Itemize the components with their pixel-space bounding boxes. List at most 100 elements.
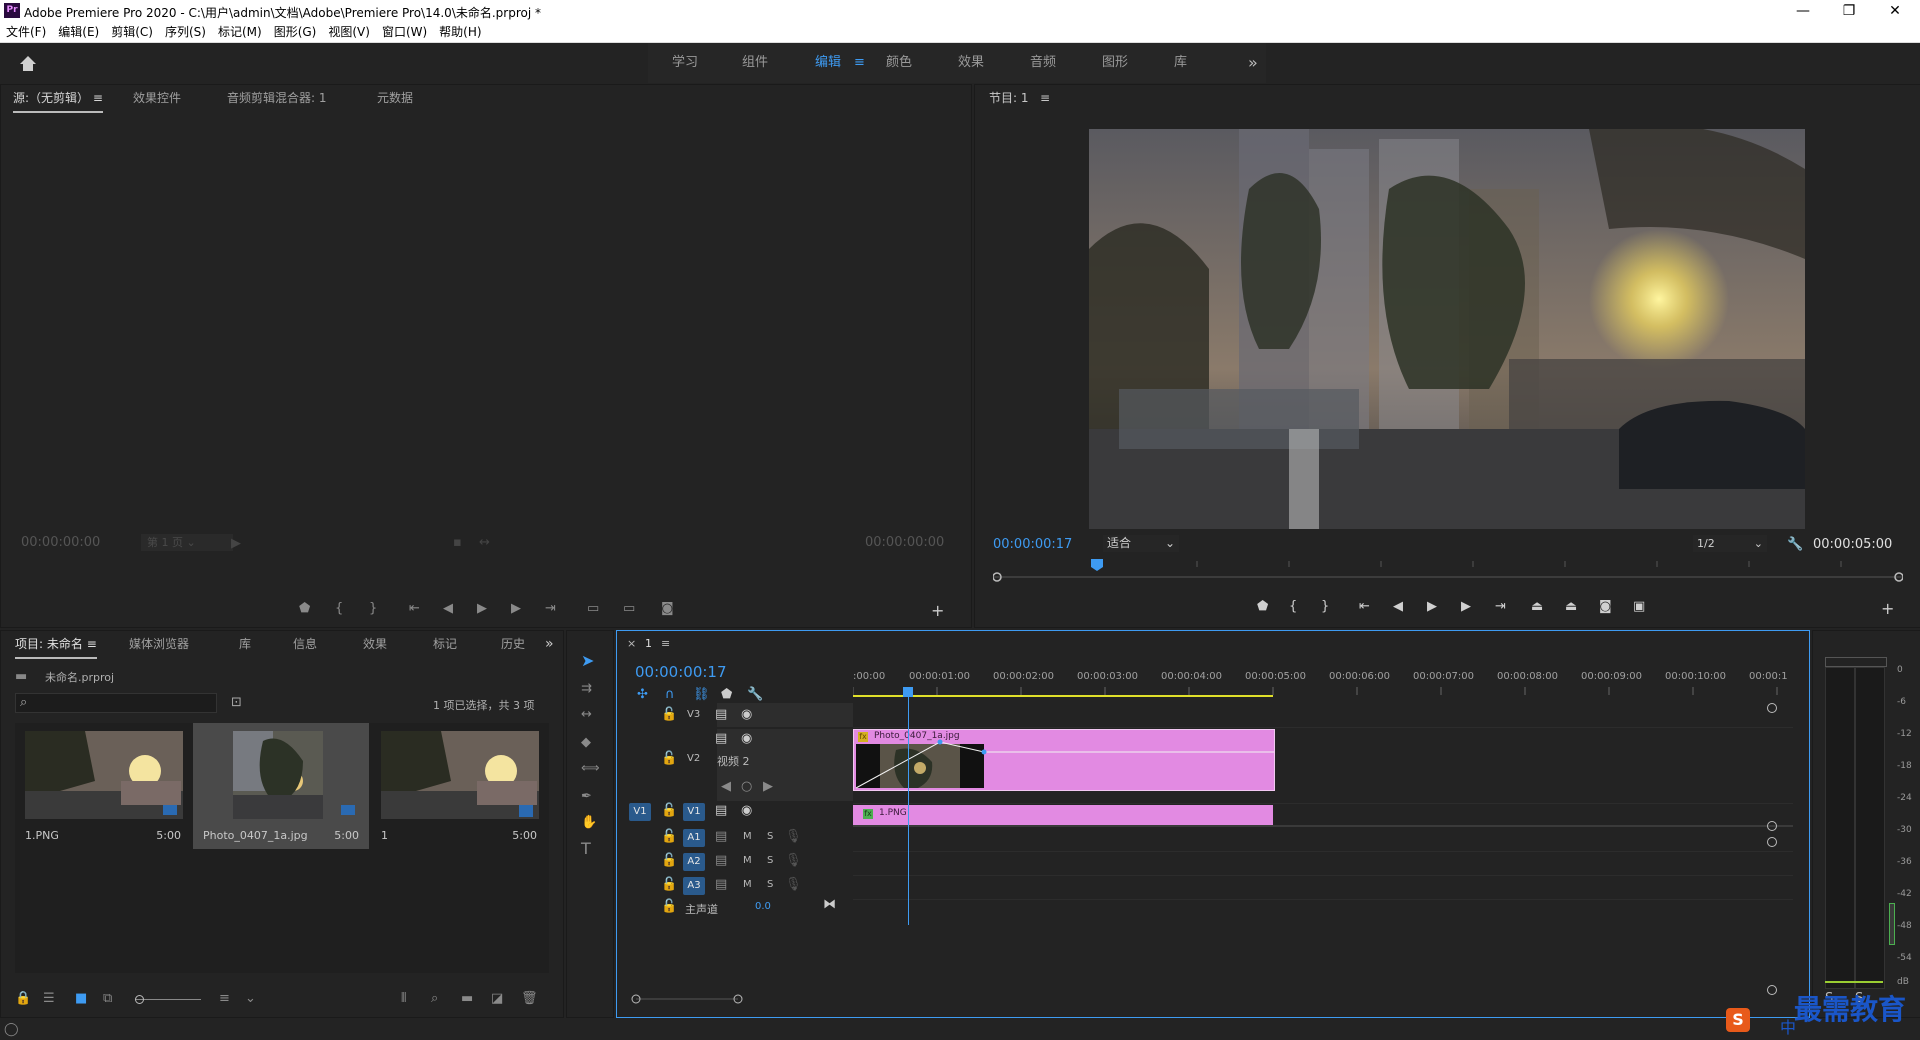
track-select-tool-icon[interactable]: ⇉ (581, 681, 592, 697)
mute-button[interactable]: M (743, 855, 752, 866)
lock-icon[interactable]: 🔓 (661, 829, 677, 845)
workspace-tab-color[interactable]: 颜色 (886, 43, 912, 83)
mute-button[interactable]: M (743, 831, 752, 842)
project-search-input[interactable]: ⌕ (15, 693, 217, 713)
project-item-selected[interactable]: Photo_0407_1a.jpg 5:00 (193, 723, 369, 849)
zoom-slider-handle[interactable] (135, 995, 144, 1004)
list-view-icon[interactable]: ☰ (43, 991, 55, 1007)
track-label-v3[interactable]: V3 (687, 709, 700, 720)
find-icon[interactable]: ⌕ (431, 991, 438, 1007)
project-item[interactable]: 1.PNG 5:00 (15, 723, 191, 849)
camera-icon[interactable]: ◙ (661, 601, 674, 617)
sort-dropdown-icon[interactable]: ⌄ (245, 991, 256, 1007)
track-label-a2[interactable]: A2 (683, 853, 705, 871)
next-keyframe-icon[interactable]: ▶ (763, 779, 773, 795)
play-icon[interactable]: ▶ (1427, 599, 1437, 615)
go-to-in-icon[interactable]: ⇤ (1359, 599, 1370, 615)
timeline-close-icon[interactable]: × (627, 637, 636, 650)
workspace-tab-learn[interactable]: 学习 (672, 43, 698, 83)
menu-graphics[interactable]: 图形(G) (268, 22, 323, 42)
lock-icon[interactable]: 🔓 (661, 751, 677, 767)
menu-help[interactable]: 帮助(H) (433, 22, 487, 42)
mute-button[interactable]: M (743, 879, 752, 890)
export-frame-camera-icon[interactable]: ◙ (1599, 599, 1612, 615)
eye-icon[interactable]: ◉ (741, 731, 752, 747)
menu-edit[interactable]: 编辑(E) (52, 22, 105, 42)
lock-icon[interactable]: 🔓 (661, 707, 677, 723)
toggle-sync-lock-icon[interactable]: ▤ (715, 853, 727, 869)
snap-icon[interactable]: ∩ (665, 687, 675, 703)
eye-icon[interactable]: ◉ (741, 803, 752, 819)
menu-window[interactable]: 窗口(W) (376, 22, 433, 42)
menu-clip[interactable]: 剪辑(C) (105, 22, 159, 42)
timeline-menu-icon[interactable]: ≡ (661, 637, 670, 650)
tab-project[interactable]: 项目: 未命名 ≡ (15, 631, 97, 659)
program-timecode[interactable]: 00:00:00:17 (993, 537, 1072, 552)
go-to-end-icon[interactable]: ⧓ (823, 897, 836, 913)
extract-icon[interactable]: ⏏ (1565, 599, 1577, 615)
automate-to-sequence-icon[interactable]: ⫴ (401, 991, 406, 1007)
go-to-in-icon[interactable]: ⇤ (409, 601, 420, 617)
go-to-out-icon[interactable]: ⇥ (545, 601, 556, 617)
lock-icon[interactable]: 🔓 (661, 853, 677, 869)
workspace-tab-audio[interactable]: 音频 (1030, 43, 1056, 83)
tab-markers[interactable]: 标记 (433, 631, 457, 657)
play-icon[interactable]: ▶ (477, 601, 487, 617)
home-icon[interactable] (12, 51, 44, 75)
tab-media-browser[interactable]: 媒体浏览器 (129, 631, 189, 657)
track-area[interactable]: fx Photo_0407_1a.jpg fx 1.PNG (853, 687, 1793, 933)
pen-tool-icon[interactable]: ✒ (581, 789, 592, 805)
tab-audio-clip-mixer[interactable]: 音频剪辑混合器: 1 (227, 85, 327, 111)
type-tool-icon[interactable]: T (581, 841, 591, 857)
voice-over-mic-icon[interactable]: 🎙 (785, 877, 802, 893)
linked-selection-icon[interactable]: ⛓ (693, 687, 710, 703)
source-page-select[interactable]: 第 1 页 ⌄ (141, 534, 233, 551)
mark-in-icon[interactable]: { (335, 601, 343, 617)
add-keyframe-icon[interactable]: ○ (741, 779, 752, 795)
track-label-a1[interactable]: A1 (683, 829, 705, 847)
restore-icon[interactable]: ❐ (1826, 0, 1872, 22)
menu-markers[interactable]: 标记(M) (212, 22, 268, 42)
timeline-clip-photo[interactable]: fx Photo_0407_1a.jpg (853, 729, 1275, 791)
track-label-v2[interactable]: V2 (687, 753, 700, 764)
timeline-clip-png[interactable]: fx 1.PNG (853, 805, 1273, 825)
go-to-out-icon[interactable]: ⇥ (1495, 599, 1506, 615)
timeline-ruler[interactable]: :00:00 00:00:01:00 00:00:02:00 00:00:03:… (853, 671, 1793, 697)
mark-out-icon[interactable]: } (1321, 599, 1329, 615)
solo-button[interactable]: S (767, 879, 773, 890)
tab-libraries[interactable]: 库 (239, 631, 251, 657)
minimize-icon[interactable]: — (1780, 0, 1826, 22)
previous-keyframe-icon[interactable]: ◀ (721, 779, 731, 795)
tab-history[interactable]: 历史 (501, 631, 525, 657)
resolution-select[interactable]: 1/2 ⌄ (1693, 535, 1767, 552)
overwrite-edit-icon[interactable]: ▭ (623, 601, 635, 617)
razor-tool-icon[interactable]: ◆ (581, 735, 591, 751)
hand-tool-icon[interactable]: ✋ (581, 815, 597, 831)
trash-icon[interactable]: 🗑 (521, 991, 538, 1007)
workspace-tab-libraries[interactable]: 库 (1174, 43, 1187, 83)
toggle-sync-lock-icon[interactable]: ▤ (715, 829, 727, 845)
tab-metadata[interactable]: 元数据 (377, 85, 413, 111)
lock-icon[interactable]: 🔒 (15, 991, 31, 1007)
toggle-sync-lock-icon[interactable]: ▤ (715, 877, 727, 893)
step-back-icon[interactable]: ◀ (1393, 599, 1403, 615)
solo-button[interactable]: S (767, 855, 773, 866)
lock-icon[interactable]: 🔓 (661, 877, 677, 893)
workspace-tab-assembly[interactable]: 组件 (742, 43, 768, 83)
slip-tool-icon[interactable]: ⟺ (581, 761, 600, 777)
sort-icon[interactable]: ≡ (219, 991, 230, 1007)
wrench-icon[interactable]: 🔧 (1787, 537, 1803, 553)
selection-tool-icon[interactable]: ➤ (581, 653, 594, 669)
tab-effects[interactable]: 效果 (363, 631, 387, 657)
solo-button[interactable]: S (767, 831, 773, 842)
lock-icon[interactable]: 🔓 (661, 899, 677, 915)
track-label-v1[interactable]: V1 (683, 803, 705, 821)
toggle-sync-lock-icon[interactable]: ▤ (715, 731, 727, 747)
close-icon[interactable]: ✕ (1872, 0, 1918, 22)
icon-view-icon[interactable]: ■ (75, 991, 87, 1007)
workspace-tab-editing[interactable]: 编辑 (815, 43, 841, 83)
voice-over-mic-icon[interactable]: 🎙 (785, 853, 802, 869)
playhead[interactable] (908, 693, 909, 925)
playhead-handle[interactable] (903, 687, 913, 697)
workspace-menu-icon[interactable]: ≡ (854, 43, 865, 83)
